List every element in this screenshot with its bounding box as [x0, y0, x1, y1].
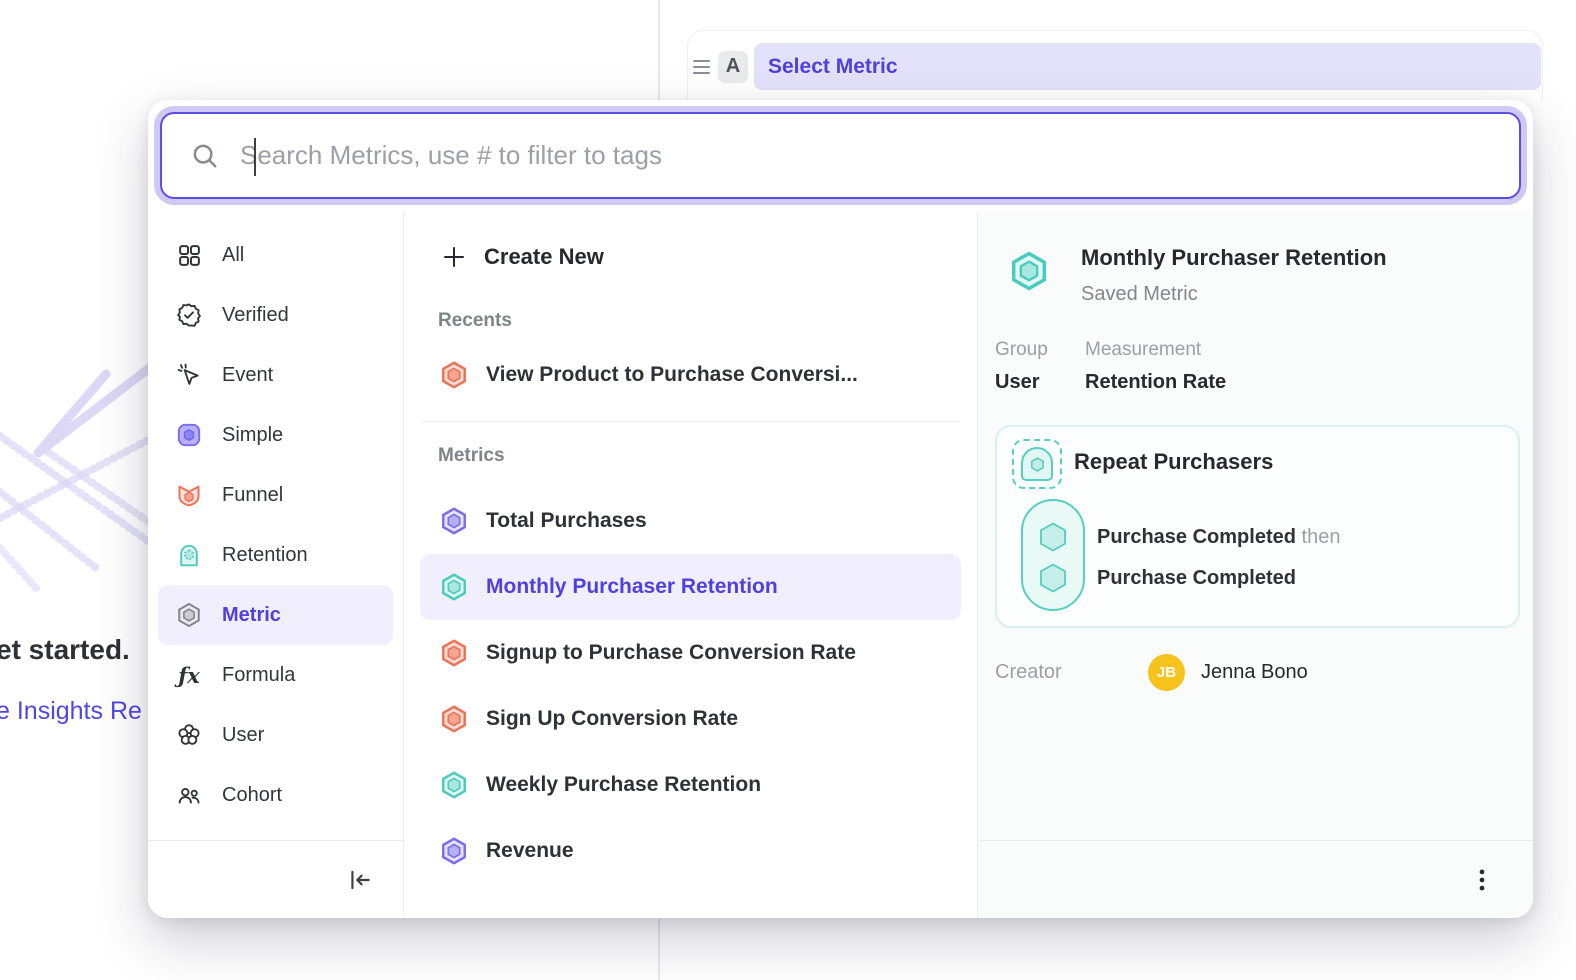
search-input[interactable]	[240, 140, 1519, 171]
sidebar-item-label: Metric	[222, 604, 281, 627]
retention-definition-icon	[1012, 439, 1062, 489]
metrics-section-header: Metrics	[420, 444, 961, 468]
metric-item-signup-to-purchase-conversion-rate[interactable]: Signup to Purchase Conversion Rate	[420, 620, 961, 686]
creator-name: Jenna Bono	[1201, 661, 1308, 684]
metric-item-revenue[interactable]: Revenue	[420, 818, 961, 884]
purple-metric-hexagon-icon	[440, 507, 468, 535]
metric-item-monthly-purchaser-retention[interactable]: Monthly Purchaser Retention	[420, 554, 961, 620]
series-letter-badge: A	[718, 51, 748, 83]
sidebar-item-label: Formula	[222, 664, 295, 687]
grid-icon	[176, 242, 202, 268]
search-field[interactable]	[160, 112, 1521, 199]
sidebar-item-label: Cohort	[222, 784, 282, 807]
teal-metric-hexagon-icon	[440, 771, 468, 799]
group-label: Group	[995, 338, 1048, 362]
sidebar-item-cohort[interactable]: Cohort	[158, 765, 393, 825]
event-sequence-capsule	[1021, 499, 1085, 611]
creator-label: Creator	[995, 661, 1148, 684]
teal-metric-hexagon-icon	[440, 573, 468, 601]
definition-card: Repeat Purchasers Purchase Completed the…	[995, 425, 1520, 628]
verified-badge-icon	[176, 302, 202, 328]
background-heading-fragment: et started.	[0, 634, 130, 666]
sidebar-item-label: Retention	[222, 544, 308, 567]
metric-detail-panel: Monthly Purchaser Retention Saved Metric…	[978, 211, 1533, 918]
creator-row: Creator JB Jenna Bono	[995, 654, 1308, 690]
query-builder-row: A Select Metric	[687, 30, 1543, 102]
sidebar-item-user[interactable]: User	[158, 705, 393, 765]
simple-metric-icon	[176, 422, 202, 448]
sidebar-item-funnel[interactable]: Funnel	[158, 465, 393, 525]
orange-metric-hexagon-icon	[440, 639, 468, 667]
teal-metric-hexagon-icon	[1009, 251, 1049, 291]
sidebar-item-metric[interactable]: Metric	[158, 585, 393, 645]
group-value: User	[995, 369, 1039, 395]
purple-metric-hexagon-icon	[440, 837, 468, 865]
metric-item-label: Sign Up Conversion Rate	[486, 707, 738, 731]
funnel-icon	[176, 482, 202, 508]
creator-avatar: JB	[1148, 654, 1185, 691]
orange-metric-hexagon-icon	[440, 705, 468, 733]
sidebar-item-label: Simple	[222, 424, 283, 447]
metric-list: Total Purchases Monthly Purchaser Retent…	[420, 488, 961, 884]
metric-picker-modal: All Verified	[148, 100, 1533, 918]
metric-item-label: Total Purchases	[486, 509, 647, 533]
sidebar-item-event[interactable]: Event	[158, 345, 393, 405]
select-metric-label: Select Metric	[768, 55, 898, 79]
measurement-value: Retention Rate	[1085, 369, 1226, 395]
decorative-chart-lines-illustration	[0, 352, 152, 612]
then-connector: then	[1296, 526, 1340, 548]
event-cursor-icon	[176, 362, 202, 388]
drag-handle-icon[interactable]	[693, 60, 710, 74]
create-new-label: Create New	[484, 244, 604, 270]
sidebar-item-label: Verified	[222, 304, 289, 327]
sidebar-item-label: Funnel	[222, 484, 283, 507]
section-divider	[422, 421, 959, 422]
definition-step-1: Purchase Completed then	[1097, 524, 1340, 550]
text-caret	[254, 138, 256, 176]
select-metric-button[interactable]: Select Metric	[754, 43, 1541, 90]
create-new-button[interactable]: Create New	[420, 229, 961, 285]
definition-step-2: Purchase Completed	[1097, 565, 1296, 591]
sidebar-footer	[148, 840, 403, 918]
plus-icon	[442, 245, 466, 269]
sidebar-item-label: All	[222, 244, 244, 267]
detail-subtitle: Saved Metric	[1081, 281, 1198, 307]
event-hexagon-icon	[1035, 560, 1071, 596]
metric-item-label: Monthly Purchaser Retention	[486, 575, 778, 599]
formula-fx-icon: ƒx	[176, 662, 202, 688]
sidebar-item-all[interactable]: All	[158, 225, 393, 285]
detail-footer	[978, 840, 1533, 918]
detail-title: Monthly Purchaser Retention	[1081, 244, 1387, 272]
metric-hexagon-icon	[176, 602, 202, 628]
kebab-menu-icon[interactable]	[1469, 867, 1495, 893]
sidebar-item-label: User	[222, 724, 264, 747]
cohort-people-icon	[176, 782, 202, 808]
retention-icon	[176, 542, 202, 568]
sidebar-item-retention[interactable]: Retention	[158, 525, 393, 585]
event-hexagon-icon	[1035, 519, 1071, 555]
metric-list-column: Create New Recents View Product to Purch…	[403, 211, 978, 918]
collapse-sidebar-icon[interactable]	[347, 867, 373, 893]
metric-item-label: Signup to Purchase Conversion Rate	[486, 641, 856, 665]
metric-item-label: Revenue	[486, 839, 574, 863]
metric-item-total-purchases[interactable]: Total Purchases	[420, 488, 961, 554]
metric-item-sign-up-conversion-rate[interactable]: Sign Up Conversion Rate	[420, 686, 961, 752]
search-icon	[190, 141, 220, 171]
sidebar-item-simple[interactable]: Simple	[158, 405, 393, 465]
measurement-label: Measurement	[1085, 338, 1201, 362]
metric-item-weekly-purchase-retention[interactable]: Weekly Purchase Retention	[420, 752, 961, 818]
filter-sidebar: All Verified	[148, 211, 403, 918]
sidebar-item-verified[interactable]: Verified	[158, 285, 393, 345]
sidebar-item-formula[interactable]: ƒx Formula	[158, 645, 393, 705]
metric-item-label: Weekly Purchase Retention	[486, 773, 761, 797]
funnel-metric-hexagon-icon	[440, 361, 468, 389]
recents-section-header: Recents	[420, 309, 961, 333]
definition-title: Repeat Purchasers	[1074, 449, 1273, 475]
metric-item-label: View Product to Purchase Conversi...	[486, 363, 858, 387]
recent-metric-item[interactable]: View Product to Purchase Conversi...	[420, 343, 961, 407]
user-flower-icon	[176, 722, 202, 748]
sidebar-item-label: Event	[222, 364, 273, 387]
background-insights-link-fragment[interactable]: e Insights Re	[0, 697, 142, 726]
